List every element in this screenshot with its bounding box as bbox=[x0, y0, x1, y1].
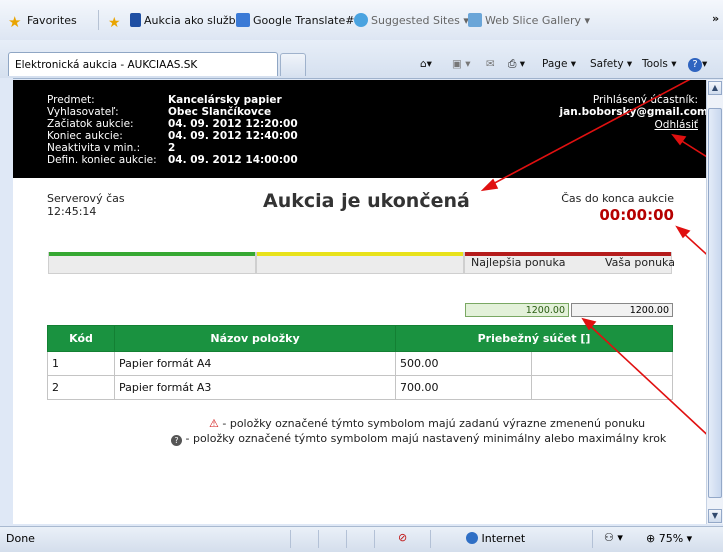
zoom-fit-icon: ⚇ ▾ bbox=[604, 531, 623, 544]
tab-elektronicka-aukcia[interactable]: Elektronická aukcia - AUKCIAAS.SK bbox=[8, 52, 278, 76]
fav-web-slice-gallery[interactable]: Web Slice Gallery ▾ bbox=[468, 12, 590, 30]
annotation-arrowhead bbox=[675, 225, 691, 239]
help-icon: ? bbox=[688, 58, 702, 72]
window-frame-left bbox=[0, 78, 13, 526]
ie-icon bbox=[354, 13, 368, 27]
status-bar: Done ⊘ Internet ⚇ ▾ ⊕ 75% ▾ bbox=[0, 526, 723, 552]
feeds-button[interactable]: ▣ ▾ bbox=[452, 54, 471, 74]
safety-menu[interactable]: Safety ▾ bbox=[590, 54, 632, 74]
tab-bar: Elektronická aukcia - AUKCIAAS.SK ⌂▾ ▣ ▾… bbox=[0, 40, 723, 79]
favorites-more-button[interactable]: » bbox=[712, 10, 719, 28]
page-content: Predmet: Vyhlasovateľ: Začiatok aukcie: … bbox=[13, 80, 706, 524]
zoom-control[interactable]: ⊕ 75% ▾ bbox=[646, 532, 692, 545]
zone-indicator[interactable]: Internet bbox=[466, 532, 525, 545]
fav-suggested-sites[interactable]: Suggested Sites ▾ bbox=[354, 12, 469, 30]
scroll-up-button[interactable]: ▲ bbox=[708, 81, 722, 95]
ie-page-icon bbox=[468, 13, 482, 27]
annotation-arrowhead bbox=[581, 317, 597, 331]
new-tab-button[interactable] bbox=[280, 53, 306, 76]
status-text: Done bbox=[6, 532, 35, 545]
star-icon: ★ bbox=[8, 13, 22, 31]
favorites-button[interactable]: ★ Favorites bbox=[8, 12, 77, 31]
scroll-thumb[interactable] bbox=[708, 108, 722, 498]
print-icon: ⎙ ▾ bbox=[508, 58, 526, 70]
add-favorite-button[interactable]: ★ bbox=[108, 12, 125, 31]
page-menu[interactable]: Page ▾ bbox=[542, 54, 576, 74]
protected-mode-icon: ⊘ bbox=[398, 531, 408, 544]
add-favorite-icon: ★ bbox=[108, 15, 121, 31]
annotation-arrow bbox=[488, 80, 691, 187]
home-icon: ⌂▾ bbox=[420, 58, 432, 70]
fav-link-google-translate[interactable]: Google Translate# bbox=[236, 12, 354, 30]
print-button[interactable]: ⎙ ▾ bbox=[508, 54, 525, 74]
favorites-bar: ★ Favorites ★ Aukcia ako služba Google Tr… bbox=[0, 0, 723, 41]
tools-menu[interactable]: Tools ▾ bbox=[642, 54, 676, 74]
annotation-arrowhead bbox=[480, 178, 499, 192]
mail-icon: ✉ bbox=[486, 58, 495, 70]
translate-icon bbox=[236, 13, 250, 27]
annotation-arrow bbox=[586, 322, 706, 435]
help-button[interactable]: ? ▾ bbox=[688, 54, 707, 74]
globe-icon bbox=[466, 532, 478, 544]
feed-icon: ▣ ▾ bbox=[452, 58, 471, 70]
annotation-arrows bbox=[480, 80, 706, 435]
home-button[interactable]: ⌂▾ bbox=[420, 54, 432, 74]
chevron-down-icon: ▾ bbox=[686, 532, 693, 545]
vertical-scrollbar[interactable]: ▲ ▼ bbox=[706, 80, 723, 524]
mail-button[interactable]: ✉ bbox=[486, 54, 495, 74]
scroll-down-button[interactable]: ▼ bbox=[708, 509, 722, 523]
zoom-icon: ⊕ bbox=[646, 532, 656, 545]
zoom-fit-button[interactable]: ⚇ ▾ bbox=[604, 531, 623, 544]
fav-link-aukcia[interactable]: Aukcia ako služba bbox=[130, 12, 242, 30]
site-logo-icon bbox=[130, 13, 141, 27]
